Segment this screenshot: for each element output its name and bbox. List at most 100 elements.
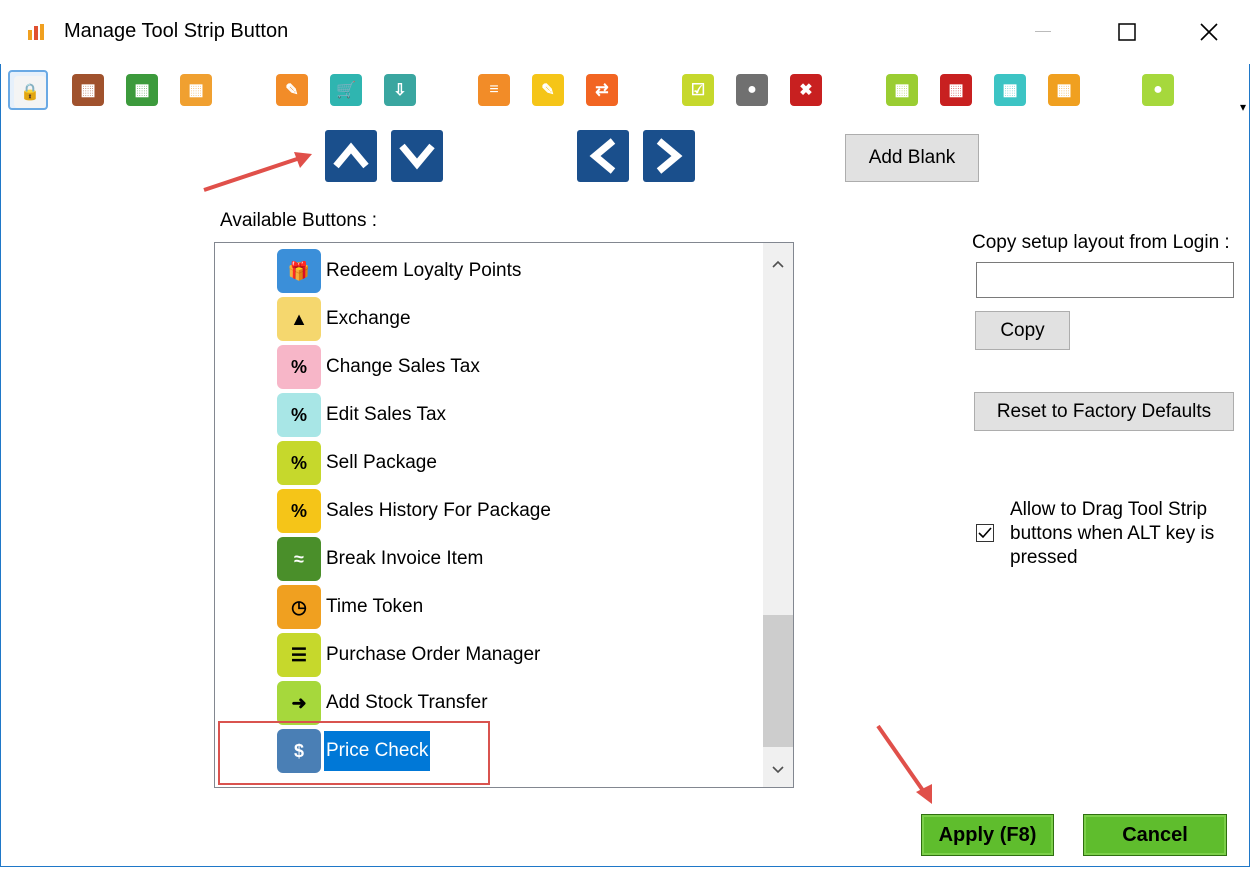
toolstrip-checklist-button[interactable]: ☑ — [678, 70, 718, 110]
close-icon — [1200, 23, 1218, 41]
scroll-thumb[interactable] — [763, 615, 793, 747]
gift-icon: 🎁 — [277, 249, 321, 293]
annotation-arrow-icon — [876, 724, 932, 804]
lock-icon: 🔒 — [14, 76, 46, 108]
title-bar: Manage Tool Strip Button — [0, 0, 1252, 64]
list-item-label: Exchange — [326, 308, 411, 329]
list-item-label: Add Stock Transfer — [326, 692, 488, 713]
list-item[interactable]: % Edit Sales Tax — [277, 392, 448, 438]
toolstrip-tiles-button[interactable]: ▦ — [1044, 70, 1084, 110]
move-up-button[interactable] — [325, 130, 377, 182]
rs-calc-icon: ▦ — [994, 74, 1026, 106]
available-buttons-label: Available Buttons : — [220, 210, 378, 231]
scroll-down-icon[interactable] — [763, 755, 793, 785]
apply-button[interactable]: Apply (F8) — [921, 814, 1054, 856]
invoice-icon: ▦ — [72, 74, 104, 106]
checkmark-icon — [978, 527, 992, 539]
reset-defaults-button[interactable]: Reset to Factory Defaults — [974, 392, 1234, 431]
copy-button[interactable]: Copy — [975, 311, 1070, 350]
stack-icon: ≡ — [478, 74, 510, 106]
checklist-icon: ☰ — [277, 633, 321, 677]
toolstrip-cancel-button[interactable]: ✖ — [786, 70, 826, 110]
chevron-down-icon — [399, 143, 435, 170]
available-buttons-list[interactable]: 🎁 Redeem Loyalty Points ▲ Exchange% Change S… — [214, 242, 794, 788]
break-icon: ≈ — [277, 537, 321, 581]
list-item[interactable]: ▲ Exchange — [277, 296, 413, 342]
overflow-chevron-icon[interactable]: ▾ — [1240, 100, 1246, 114]
cart-icon: 🛒 — [330, 74, 362, 106]
toolstrip-edit-button[interactable]: ✎ — [272, 70, 312, 110]
toolstrip-clipboard-button[interactable]: ⇄ — [582, 70, 622, 110]
chevron-up-icon — [333, 142, 369, 169]
calculator-icon: ▦ — [886, 74, 918, 106]
toolstrip-rs-calc-button[interactable]: ▦ — [990, 70, 1030, 110]
move-left-button[interactable] — [577, 130, 629, 182]
cancel-button[interactable]: Cancel — [1083, 814, 1227, 856]
list-item-label: Break Invoice Item — [326, 548, 484, 569]
move-right-button[interactable] — [643, 130, 695, 182]
toolstrip-user-button[interactable]: ● — [1138, 70, 1178, 110]
note-icon: ✎ — [532, 74, 564, 106]
toolstrip-cart-button[interactable]: 🛒 — [326, 70, 366, 110]
checklist-icon: ☑ — [682, 74, 714, 106]
list-item[interactable]: ≈ Break Invoice Item — [277, 536, 485, 582]
list-item[interactable]: % Sell Package — [277, 440, 439, 486]
scroll-up-icon[interactable] — [763, 249, 793, 279]
drag-checkbox[interactable] — [976, 524, 994, 542]
tiles-icon: ▦ — [1048, 74, 1080, 106]
toolstrip-ty-kg-button[interactable]: ▦ — [936, 70, 976, 110]
list-item[interactable]: ☰ Purchase Order Manager — [277, 632, 542, 678]
ty-kg-icon: ▦ — [940, 74, 972, 106]
list-item[interactable]: ➜ Add Stock Transfer — [277, 680, 490, 726]
toolstrip-note-button[interactable]: ✎ — [528, 70, 568, 110]
clipboard-icon: ⇄ — [586, 74, 618, 106]
copy-setup-label: Copy setup layout from Login : — [972, 232, 1230, 253]
highlight-rectangle — [218, 721, 490, 785]
list-scrollbar[interactable] — [763, 243, 793, 787]
maximize-button[interactable] — [1104, 12, 1150, 52]
list-item[interactable]: 🎁 Redeem Loyalty Points — [277, 248, 523, 294]
list-item[interactable]: ◷ Time Token — [277, 584, 425, 630]
gift-icon: ⇩ — [384, 74, 416, 106]
toolstrip-calculator-button[interactable]: ▦ — [882, 70, 922, 110]
transfer-icon: ▦ — [180, 74, 212, 106]
close-button[interactable] — [1186, 12, 1232, 52]
package-icon: % — [277, 441, 321, 485]
chevron-left-icon — [589, 138, 616, 174]
login-input[interactable] — [976, 262, 1234, 298]
minimize-button[interactable] — [1020, 12, 1066, 52]
list-item-label: Sell Package — [326, 452, 437, 473]
toolstrip-return-button[interactable]: ▦ — [122, 70, 162, 110]
window-title: Manage Tool Strip Button — [64, 20, 289, 42]
tool-strip: 🔒 ▦ ▦ ▦ ✎ 🛒 ⇩ ≡ ✎ ⇄ ☑ ● ✖ ▦ ▦ ▦ ▦ ● ▾ — [8, 64, 1252, 118]
app-chart-icon — [26, 22, 46, 42]
toolstrip-invoice-button[interactable]: ▦ — [68, 70, 108, 110]
add-blank-button[interactable]: Add Blank — [845, 134, 979, 182]
drag-option-label: Allow to Drag Tool Strip buttons when AL… — [1010, 499, 1215, 568]
list-item[interactable]: % Change Sales Tax — [277, 344, 482, 390]
list-item-label: Redeem Loyalty Points — [326, 260, 522, 281]
list-item-label: Edit Sales Tax — [326, 404, 447, 425]
chevron-right-icon — [656, 138, 683, 174]
list-item-label: Change Sales Tax — [326, 356, 480, 377]
spot-icon: ● — [736, 74, 768, 106]
toolstrip-transfer-button[interactable]: ▦ — [176, 70, 216, 110]
toolstrip-stack-button[interactable]: ≡ — [474, 70, 514, 110]
list-item[interactable]: % Sales History For Package — [277, 488, 553, 534]
package-history-icon: % — [277, 489, 321, 533]
toolstrip-lock-button[interactable]: 🔒 — [8, 70, 48, 110]
list-item-label: Sales History For Package — [326, 500, 551, 521]
edit-icon: ✎ — [276, 74, 308, 106]
annotation-arrow-icon — [203, 152, 312, 192]
list-item-label: Purchase Order Manager — [326, 644, 541, 665]
exchange-icon: ▲ — [277, 297, 321, 341]
stock-transfer-icon: ➜ — [277, 681, 321, 725]
clock-icon: ◷ — [277, 585, 321, 629]
move-down-button[interactable] — [391, 130, 443, 182]
user-icon: ● — [1142, 74, 1174, 106]
cancel-icon: ✖ — [790, 74, 822, 106]
toolstrip-gift-button[interactable]: ⇩ — [380, 70, 420, 110]
toolstrip-spot-button[interactable]: ● — [732, 70, 772, 110]
percent-edit-icon: % — [277, 393, 321, 437]
percent-icon: % — [277, 345, 321, 389]
